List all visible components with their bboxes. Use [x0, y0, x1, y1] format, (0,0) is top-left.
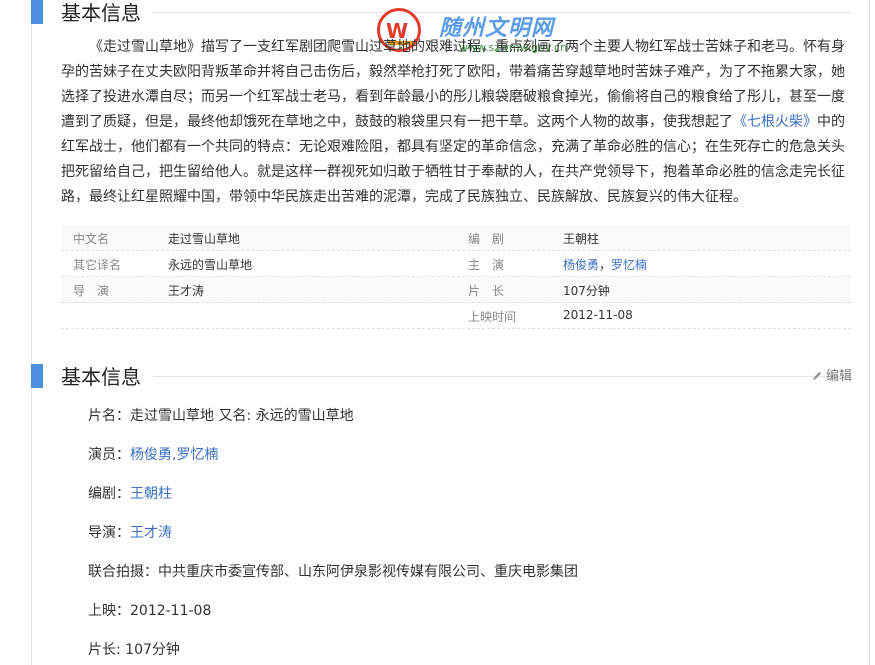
table-row: 中文名 走过雪山草地 编 剧 王朝柱	[61, 225, 851, 251]
cast-separator: ，	[599, 258, 612, 272]
info-table: 中文名 走过雪山草地 编 剧 王朝柱 其它译名 永远的雪山草地 主 演 杨俊勇，…	[61, 225, 851, 329]
field-value: 107分钟	[563, 284, 610, 298]
detail-writer-label: 编剧：	[88, 486, 130, 502]
table-row: 其它译名 永远的雪山草地 主 演 杨俊勇，罗忆楠	[61, 251, 851, 277]
link-seven-matches[interactable]: 《七根火柴》	[733, 114, 817, 130]
field-label: 导 演	[73, 284, 110, 298]
field-value-cast: 杨俊勇，罗忆楠	[563, 256, 647, 273]
detail-director-link[interactable]: 王才涛	[130, 525, 172, 541]
field-value: 王才涛	[168, 284, 205, 298]
page-right-border	[869, 0, 870, 665]
detail-title-line: 片名：走过雪山草地 又名: 永远的雪山草地	[88, 408, 354, 424]
table-row: 上映时间 2012-11-08	[61, 303, 851, 329]
detail-cast-link[interactable]: 杨俊勇,罗忆楠	[130, 447, 218, 463]
field-label: 编 剧	[468, 232, 505, 246]
field-value: 走过雪山草地	[168, 232, 241, 246]
edit-button[interactable]: 编辑	[812, 365, 852, 384]
detail-cast: 演员：杨俊勇,罗忆楠	[88, 444, 218, 464]
section-accent-bar	[31, 364, 43, 388]
field-label: 上映时间	[468, 310, 517, 324]
field-value: 永远的雪山草地	[168, 258, 253, 272]
content-page: 基本信息 W 随州文明网 www.szwmw.gov.cn 《走过雪山草地》描写…	[31, 0, 852, 665]
detail-director: 导演：王才涛	[88, 522, 172, 542]
detail-writer-link[interactable]: 王朝柱	[130, 486, 172, 502]
detail-writer: 编剧：王朝柱	[88, 483, 172, 503]
section-title: 基本信息	[61, 1, 141, 25]
detail-release: 上映：2012-11-08	[88, 603, 212, 619]
field-value: 2012-11-08	[563, 308, 633, 322]
section-divider	[153, 376, 851, 377]
intro-paragraph: 《走过雪山草地》描写了一支红军剧团爬雪山过草地的艰难过程，重点刻画了两个主要人物…	[61, 35, 851, 210]
table-row: 导 演 王才涛 片 长 107分钟	[61, 277, 851, 303]
edit-label: 编辑	[826, 369, 853, 384]
section-title: 基本信息	[61, 365, 141, 389]
detail-cast-label: 演员：	[88, 447, 130, 463]
pencil-icon	[812, 371, 822, 381]
field-label: 主 演	[468, 258, 505, 272]
detail-runtime: 片长: 107分钟	[88, 642, 180, 658]
detail-director-label: 导演：	[88, 525, 130, 541]
intro-text-part1: 《走过雪山草地》描写了一支红军剧团爬雪山过草地的艰难过程，重点刻画了两个主要人物…	[61, 39, 845, 130]
section-accent-bar	[31, 0, 43, 24]
section-header-basic-info-2: 基本信息	[31, 364, 851, 392]
field-label: 片 长	[468, 284, 505, 298]
cast-link-1[interactable]: 杨俊勇	[563, 258, 599, 272]
field-label: 中文名	[73, 232, 110, 246]
field-value: 王朝柱	[563, 232, 600, 246]
cast-link-2[interactable]: 罗忆楠	[611, 258, 647, 272]
field-label: 其它译名	[73, 258, 122, 272]
detail-coproduction: 联合拍摄：中共重庆市委宣传部、山东阿伊泉影视传媒有限公司、重庆电影集团	[88, 564, 578, 580]
